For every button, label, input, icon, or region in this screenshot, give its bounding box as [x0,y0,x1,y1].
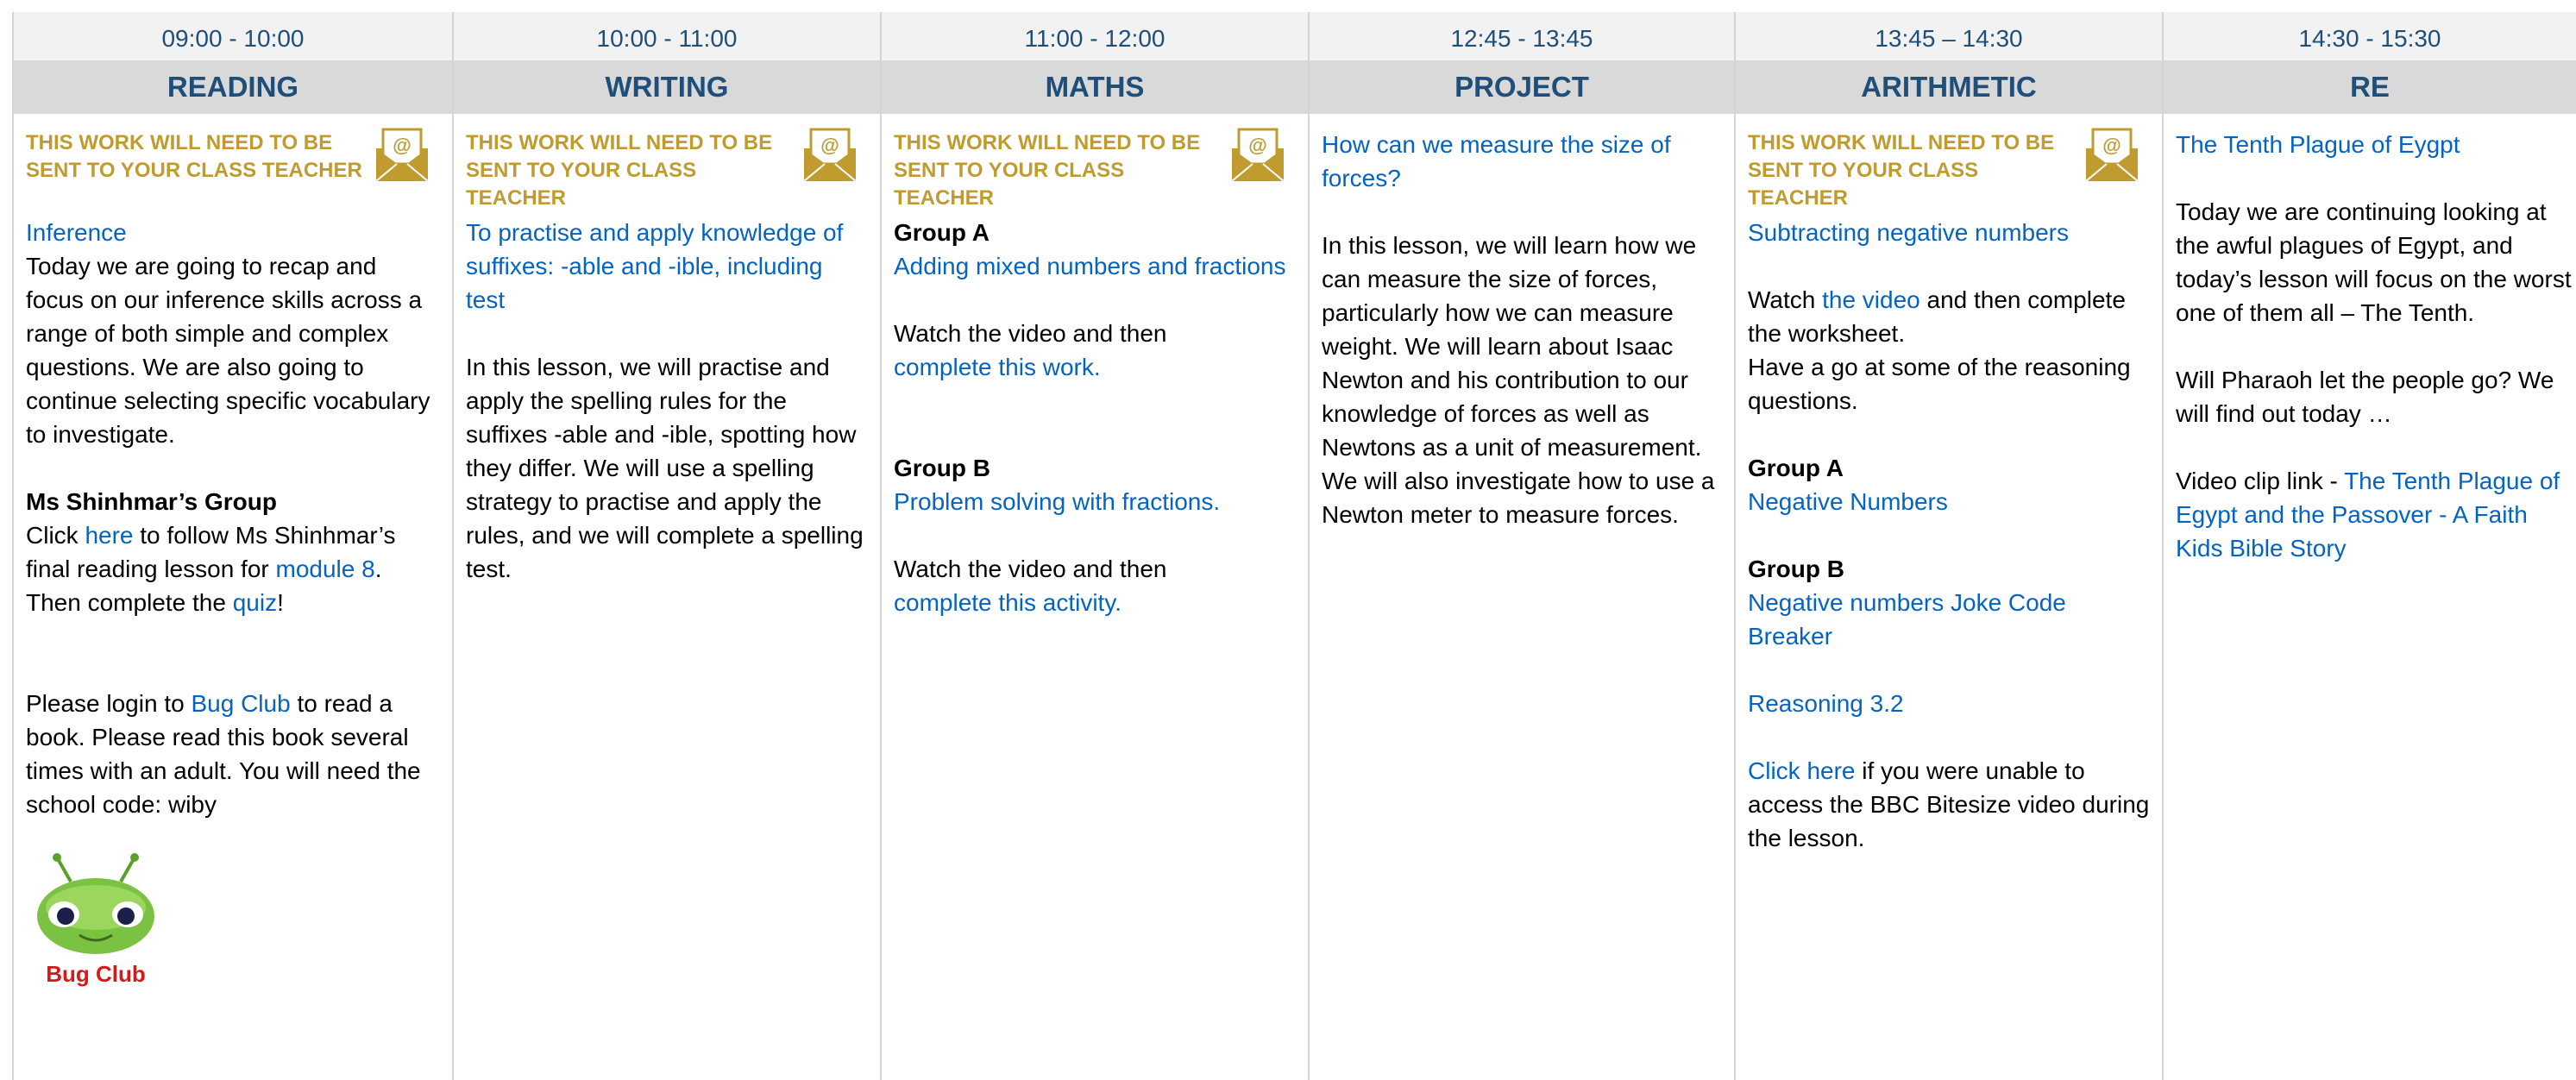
send-notice: THIS WORK WILL NEED TO BE SENT TO YOUR C… [466,126,868,210]
email-envelope-icon[interactable]: @ [373,126,431,185]
notice-text: THIS WORK WILL NEED TO BE SENT TO YOUR C… [26,131,362,182]
notice-text: THIS WORK WILL NEED TO BE SENT TO YOUR C… [894,131,1201,210]
time-slot: 11:00 - 12:00 [882,12,1308,60]
video-link[interactable]: the video [1822,286,1920,313]
subject-heading: RE [2164,60,2576,114]
time-slot: 13:45 – 14:30 [1736,12,2162,60]
notice-text: THIS WORK WILL NEED TO BE SENT TO YOUR C… [1748,131,2055,210]
lesson-title-link[interactable]: How can we measure the size of forces? [1322,128,1722,195]
reasoning-link[interactable]: Reasoning 3.2 [1748,687,2150,720]
bug-club-instructions: Please login to Bug Club to read a book.… [26,690,421,818]
svg-text:@: @ [820,135,839,156]
subject-heading: PROJECT [1310,60,1734,114]
svg-text:@: @ [1248,135,1266,156]
module-link[interactable]: module 8 [276,556,375,582]
lesson-title-link[interactable]: To practise and apply knowledge of suffi… [466,216,868,317]
lesson-title-link[interactable]: Inference [26,216,440,249]
lesson-intro: Today we are going to recap and focus on… [26,253,430,448]
group-b-heading: Group B [894,455,990,481]
complete-activity-link[interactable]: complete this activity. [894,586,1296,619]
group-a-heading: Group A [894,219,990,246]
group-b-heading: Group B [1748,556,1844,582]
group-instructions: Click here to follow Ms Shinhmar’s final… [26,522,396,616]
lesson-cell: THIS WORK WILL NEED TO BE SENT TO YOUR C… [14,114,452,999]
watch-instructions: Watch the video and then complete the wo… [1748,286,2126,347]
subject-heading: WRITING [454,60,880,114]
column-maths: 11:00 - 12:00 MATHS THIS WORK WILL NEED … [880,12,1308,1080]
here-link[interactable]: here [85,522,133,549]
timetable: 09:00 - 10:00 READING THIS WORK WILL NEE… [12,12,2576,1080]
column-arithmetic: 13:45 – 14:30 ARITHMETIC THIS WORK WILL … [1734,12,2162,1080]
time-slot: 09:00 - 10:00 [14,12,452,60]
lesson-cell: The Tenth Plague of Eygpt Today we are c… [2164,114,2576,565]
email-envelope-icon[interactable]: @ [2083,126,2141,185]
lesson-title-link[interactable]: The Tenth Plague of Eygpt [2176,128,2576,161]
subject-heading: ARITHMETIC [1736,60,2162,114]
quiz-link[interactable]: quiz [233,589,277,616]
lesson-title-link[interactable]: Subtracting negative numbers [1748,216,2150,249]
lesson-description: In this lesson, we will practise and app… [466,354,864,582]
group-a-lesson-link[interactable]: Adding mixed numbers and fractions [894,249,1296,283]
email-envelope-icon[interactable]: @ [1228,126,1287,185]
svg-text:@: @ [393,135,411,156]
lesson-description: Today we are continuing looking at the a… [2176,198,2572,326]
send-notice: THIS WORK WILL NEED TO BE SENT TO YOUR C… [26,126,440,193]
column-re: 14:30 - 15:30 RE The Tenth Plague of Eyg… [2162,12,2576,1080]
group-b-lesson-link[interactable]: Problem solving with fractions. [894,485,1296,518]
group-a-heading: Group A [1748,455,1844,481]
video-clip-line: Video clip link - The Tenth Plague of Eg… [2176,468,2560,562]
lesson-cell: THIS WORK WILL NEED TO BE SENT TO YOUR C… [1736,114,2162,855]
complete-work-link[interactable]: complete this work. [894,350,1296,384]
subject-heading: MATHS [882,60,1308,114]
svg-text:@: @ [2102,135,2120,156]
lesson-question: Will Pharaoh let the people go? We will … [2176,367,2554,427]
group-heading: Ms Shinhmar’s Group [26,488,277,515]
group-a-lesson-link[interactable]: Negative Numbers [1748,485,2150,518]
group-b-instructions: Watch the video and then [894,556,1167,582]
time-slot: 14:30 - 15:30 [2164,12,2576,60]
column-reading: 09:00 - 10:00 READING THIS WORK WILL NEE… [12,12,452,1080]
svg-text:Bug Club: Bug Club [46,961,146,987]
bug-club-link[interactable]: Bug Club [191,690,290,717]
group-a-instructions: Watch the video and then [894,320,1167,347]
email-envelope-icon[interactable]: @ [801,126,859,185]
click-here-link[interactable]: Click here [1748,757,1855,784]
time-slot: 10:00 - 11:00 [454,12,880,60]
fallback-instructions: Click here if you were unable to access … [1748,757,2150,851]
subject-heading: READING [14,60,452,114]
lesson-cell: THIS WORK WILL NEED TO BE SENT TO YOUR C… [882,114,1308,619]
column-writing: 10:00 - 11:00 WRITING THIS WORK WILL NEE… [452,12,880,1080]
send-notice: THIS WORK WILL NEED TO BE SENT TO YOUR C… [894,126,1296,210]
bug-club-logo: Bug Club [37,853,154,987]
notice-text: THIS WORK WILL NEED TO BE SENT TO YOUR C… [466,131,773,210]
column-project: 12:45 - 13:45 PROJECT How can we measure… [1308,12,1734,1080]
lesson-description: In this lesson, we will learn how we can… [1322,232,1715,528]
group-b-lesson-link[interactable]: Negative numbers Joke Code Breaker [1748,586,2150,653]
reasoning-instructions: Have a go at some of the reasoning quest… [1748,354,2131,414]
time-slot: 12:45 - 13:45 [1310,12,1734,60]
send-notice: THIS WORK WILL NEED TO BE SENT TO YOUR C… [1748,126,2150,210]
lesson-cell: THIS WORK WILL NEED TO BE SENT TO YOUR C… [454,114,880,586]
lesson-cell: How can we measure the size of forces? I… [1310,114,1734,531]
